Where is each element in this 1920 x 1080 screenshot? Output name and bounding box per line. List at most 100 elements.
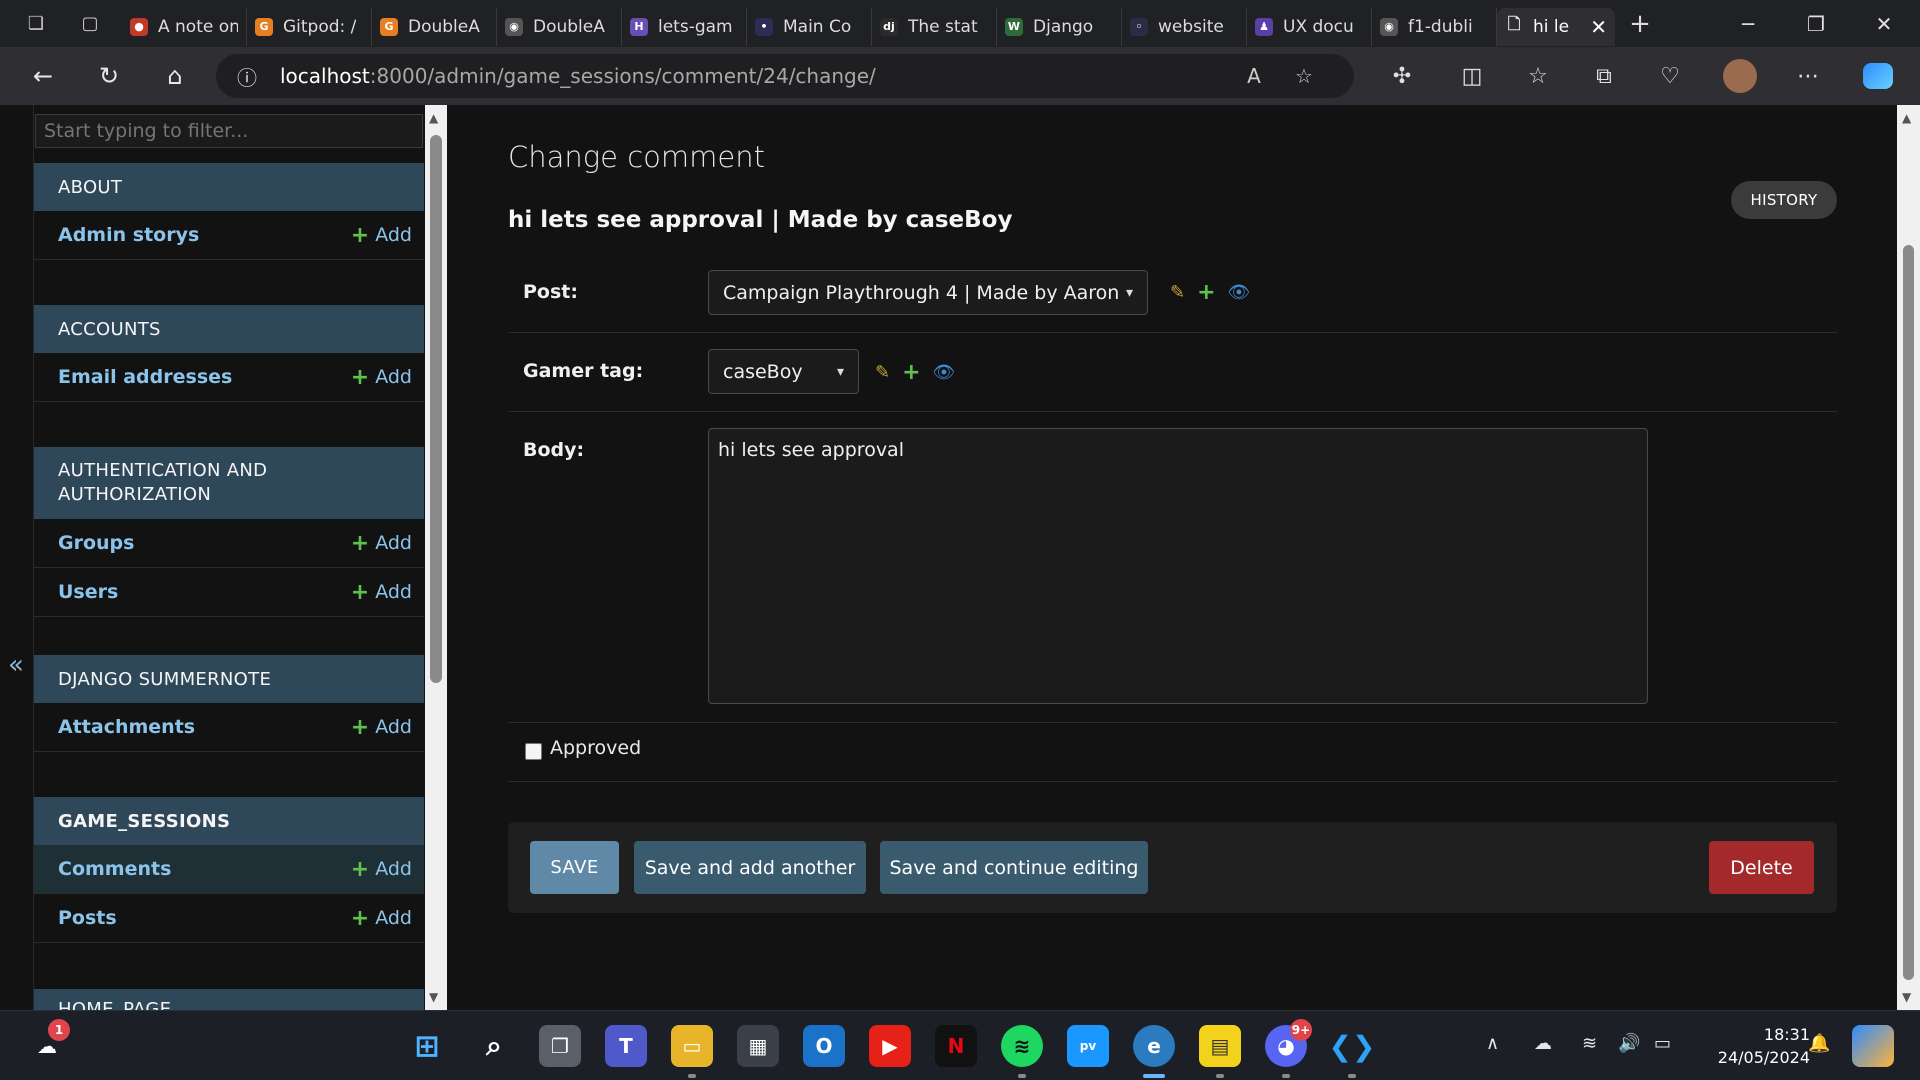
volume-icon[interactable]: 🔊 bbox=[1618, 1033, 1640, 1054]
sidebar-item-groups[interactable]: Groups + Add bbox=[34, 519, 424, 568]
collapse-sidebar-icon[interactable]: « bbox=[8, 650, 24, 680]
model-link[interactable]: Posts bbox=[58, 907, 117, 929]
approved-checkbox[interactable] bbox=[525, 743, 542, 760]
add-link[interactable]: + Add bbox=[351, 531, 412, 556]
refresh-icon[interactable]: ↻ bbox=[76, 47, 142, 105]
favorite-star-icon[interactable]: ☆ bbox=[1282, 54, 1326, 98]
outlook-icon[interactable]: O bbox=[803, 1025, 845, 1067]
add-related-icon[interactable]: + bbox=[902, 360, 920, 385]
sidebar-item-attachments[interactable]: Attachments + Add bbox=[34, 703, 424, 752]
add-link[interactable]: + Add bbox=[351, 906, 412, 931]
sidebar-item-posts[interactable]: Posts + Add bbox=[34, 894, 424, 943]
browser-tab[interactable]: ◉ f1-dubli bbox=[1372, 7, 1497, 46]
browser-tab[interactable]: G DoubleA bbox=[372, 7, 497, 46]
pencil-edit-icon[interactable]: ✎ bbox=[875, 362, 890, 383]
module-caption[interactable]: HOME_PAGE bbox=[34, 989, 424, 1010]
store-icon[interactable]: ▦ bbox=[737, 1025, 779, 1067]
spotify-icon[interactable]: ≋ bbox=[1001, 1025, 1043, 1067]
sidebar-item-comments[interactable]: Comments + Add bbox=[34, 845, 424, 894]
copilot-icon[interactable] bbox=[1848, 47, 1908, 105]
read-aloud-icon[interactable]: A bbox=[1232, 54, 1276, 98]
sticky-notes-icon[interactable]: ▤ bbox=[1199, 1025, 1241, 1067]
add-link[interactable]: + Add bbox=[351, 223, 412, 248]
save-add-another-button[interactable]: Save and add another bbox=[634, 841, 866, 894]
browser-tab[interactable]: • Main Co bbox=[747, 7, 872, 46]
browser-tab[interactable]: W Django bbox=[997, 7, 1122, 46]
model-link[interactable]: Users bbox=[58, 581, 118, 603]
view-related-icon[interactable]: 👁 bbox=[933, 362, 956, 383]
scrollbar-thumb[interactable] bbox=[430, 135, 442, 683]
battery-icon[interactable]: ▭ bbox=[1654, 1033, 1671, 1054]
delete-button[interactable]: Delete bbox=[1709, 841, 1814, 894]
model-link[interactable]: Email addresses bbox=[58, 366, 232, 388]
history-button[interactable]: HISTORY bbox=[1731, 181, 1837, 219]
scroll-up-icon[interactable]: ▲ bbox=[1902, 111, 1911, 125]
wifi-icon[interactable]: ≋ bbox=[1582, 1033, 1597, 1054]
approved-label[interactable]: Approved bbox=[550, 737, 641, 759]
close-tab-icon[interactable]: ✕ bbox=[1590, 15, 1607, 39]
module-caption[interactable]: AUTHENTICATION AND AUTHORIZATION bbox=[34, 447, 424, 519]
module-caption[interactable]: ACCOUNTS bbox=[34, 305, 424, 353]
scroll-down-icon[interactable]: ▼ bbox=[1902, 990, 1911, 1004]
model-link[interactable]: Groups bbox=[58, 532, 134, 554]
pencil-edit-icon[interactable]: ✎ bbox=[1170, 282, 1185, 303]
add-link[interactable]: + Add bbox=[351, 857, 412, 882]
model-link[interactable]: Attachments bbox=[58, 716, 195, 738]
back-icon[interactable]: ← bbox=[10, 47, 76, 105]
teams-icon[interactable]: T bbox=[605, 1025, 647, 1067]
vscode-icon[interactable]: ❮❯ bbox=[1329, 1025, 1376, 1067]
collections-icon[interactable]: ⧉ bbox=[1574, 47, 1634, 105]
add-link[interactable]: + Add bbox=[351, 365, 412, 390]
close-window-icon[interactable]: ✕ bbox=[1850, 0, 1918, 47]
notifications-bell-icon[interactable]: 🔔 bbox=[1808, 1033, 1830, 1054]
copilot-taskbar-icon[interactable] bbox=[1852, 1025, 1894, 1067]
scroll-up-icon[interactable]: ▲ bbox=[429, 111, 438, 125]
netflix-icon[interactable]: N bbox=[935, 1025, 977, 1067]
add-link[interactable]: + Add bbox=[351, 715, 412, 740]
gamer-tag-select[interactable]: caseBoy ▾ bbox=[708, 349, 859, 394]
start-icon[interactable]: ⊞ bbox=[406, 1025, 448, 1067]
page-scrollbar[interactable]: ▲ ▼ bbox=[1897, 105, 1920, 1010]
body-textarea[interactable]: hi lets see approval bbox=[708, 428, 1648, 704]
scroll-down-icon[interactable]: ▼ bbox=[429, 990, 438, 1004]
add-related-icon[interactable]: + bbox=[1197, 280, 1215, 305]
system-clock[interactable]: 18:31 24/05/2024 bbox=[1700, 1023, 1810, 1069]
module-caption[interactable]: DJANGO SUMMERNOTE bbox=[34, 655, 424, 703]
browser-tab[interactable]: G Gitpod: / bbox=[247, 7, 372, 46]
address-bar[interactable]: ⓘ localhost:8000/admin/game_sessions/com… bbox=[216, 54, 1354, 98]
chevron-up-icon[interactable]: ∧ bbox=[1486, 1033, 1499, 1054]
save-continue-button[interactable]: Save and continue editing bbox=[880, 841, 1148, 894]
browser-tab[interactable]: dj The stat bbox=[872, 7, 997, 46]
save-button[interactable]: SAVE bbox=[530, 841, 619, 894]
view-related-icon[interactable]: 👁 bbox=[1228, 282, 1251, 303]
new-tab-button[interactable]: + bbox=[1615, 9, 1665, 39]
home-icon[interactable]: ⌂ bbox=[142, 47, 208, 105]
browser-essentials-icon[interactable]: ♡ bbox=[1640, 47, 1700, 105]
task-view-icon[interactable]: ❐ bbox=[539, 1025, 581, 1067]
workspaces-icon[interactable]: ❏ bbox=[14, 0, 58, 47]
restore-icon[interactable]: ❐ bbox=[1782, 0, 1850, 47]
browser-tab[interactable]: ♟ UX docu bbox=[1247, 7, 1372, 46]
add-link[interactable]: + Add bbox=[351, 580, 412, 605]
sidebar-item-users[interactable]: Users + Add bbox=[34, 568, 424, 617]
browser-tab[interactable]: ◉ DoubleA bbox=[497, 7, 622, 46]
module-caption[interactable]: ABOUT bbox=[34, 163, 424, 211]
search-icon[interactable]: ⌕ bbox=[473, 1025, 515, 1067]
browser-tab[interactable]: ● A note on bbox=[122, 7, 247, 46]
browser-tab[interactable]: Hlets-gam bbox=[622, 7, 747, 46]
tab-active[interactable]: 🗋 hi le ✕ bbox=[1497, 7, 1615, 46]
youtube-icon[interactable]: ▶ bbox=[869, 1025, 911, 1067]
minimize-icon[interactable]: ─ bbox=[1714, 0, 1782, 47]
sidebar-scrollbar[interactable]: ▲ ▼ bbox=[425, 105, 447, 1010]
nav-filter-input[interactable] bbox=[35, 114, 423, 148]
browser-tab[interactable]: ◦ website bbox=[1122, 7, 1247, 46]
more-options-icon[interactable]: ⋯ bbox=[1778, 47, 1838, 105]
model-link[interactable]: Comments bbox=[58, 858, 171, 880]
prime-video-icon[interactable]: pv bbox=[1067, 1025, 1109, 1067]
extensions-icon[interactable]: ✣ bbox=[1372, 47, 1432, 105]
file-explorer-icon[interactable]: ▭ bbox=[671, 1025, 713, 1067]
favorites-icon[interactable]: ☆ bbox=[1508, 47, 1568, 105]
profile-avatar[interactable] bbox=[1710, 47, 1770, 105]
sidebar-item-email-addresses[interactable]: Email addresses + Add bbox=[34, 353, 424, 402]
split-screen-icon[interactable]: ◫ bbox=[1442, 47, 1502, 105]
